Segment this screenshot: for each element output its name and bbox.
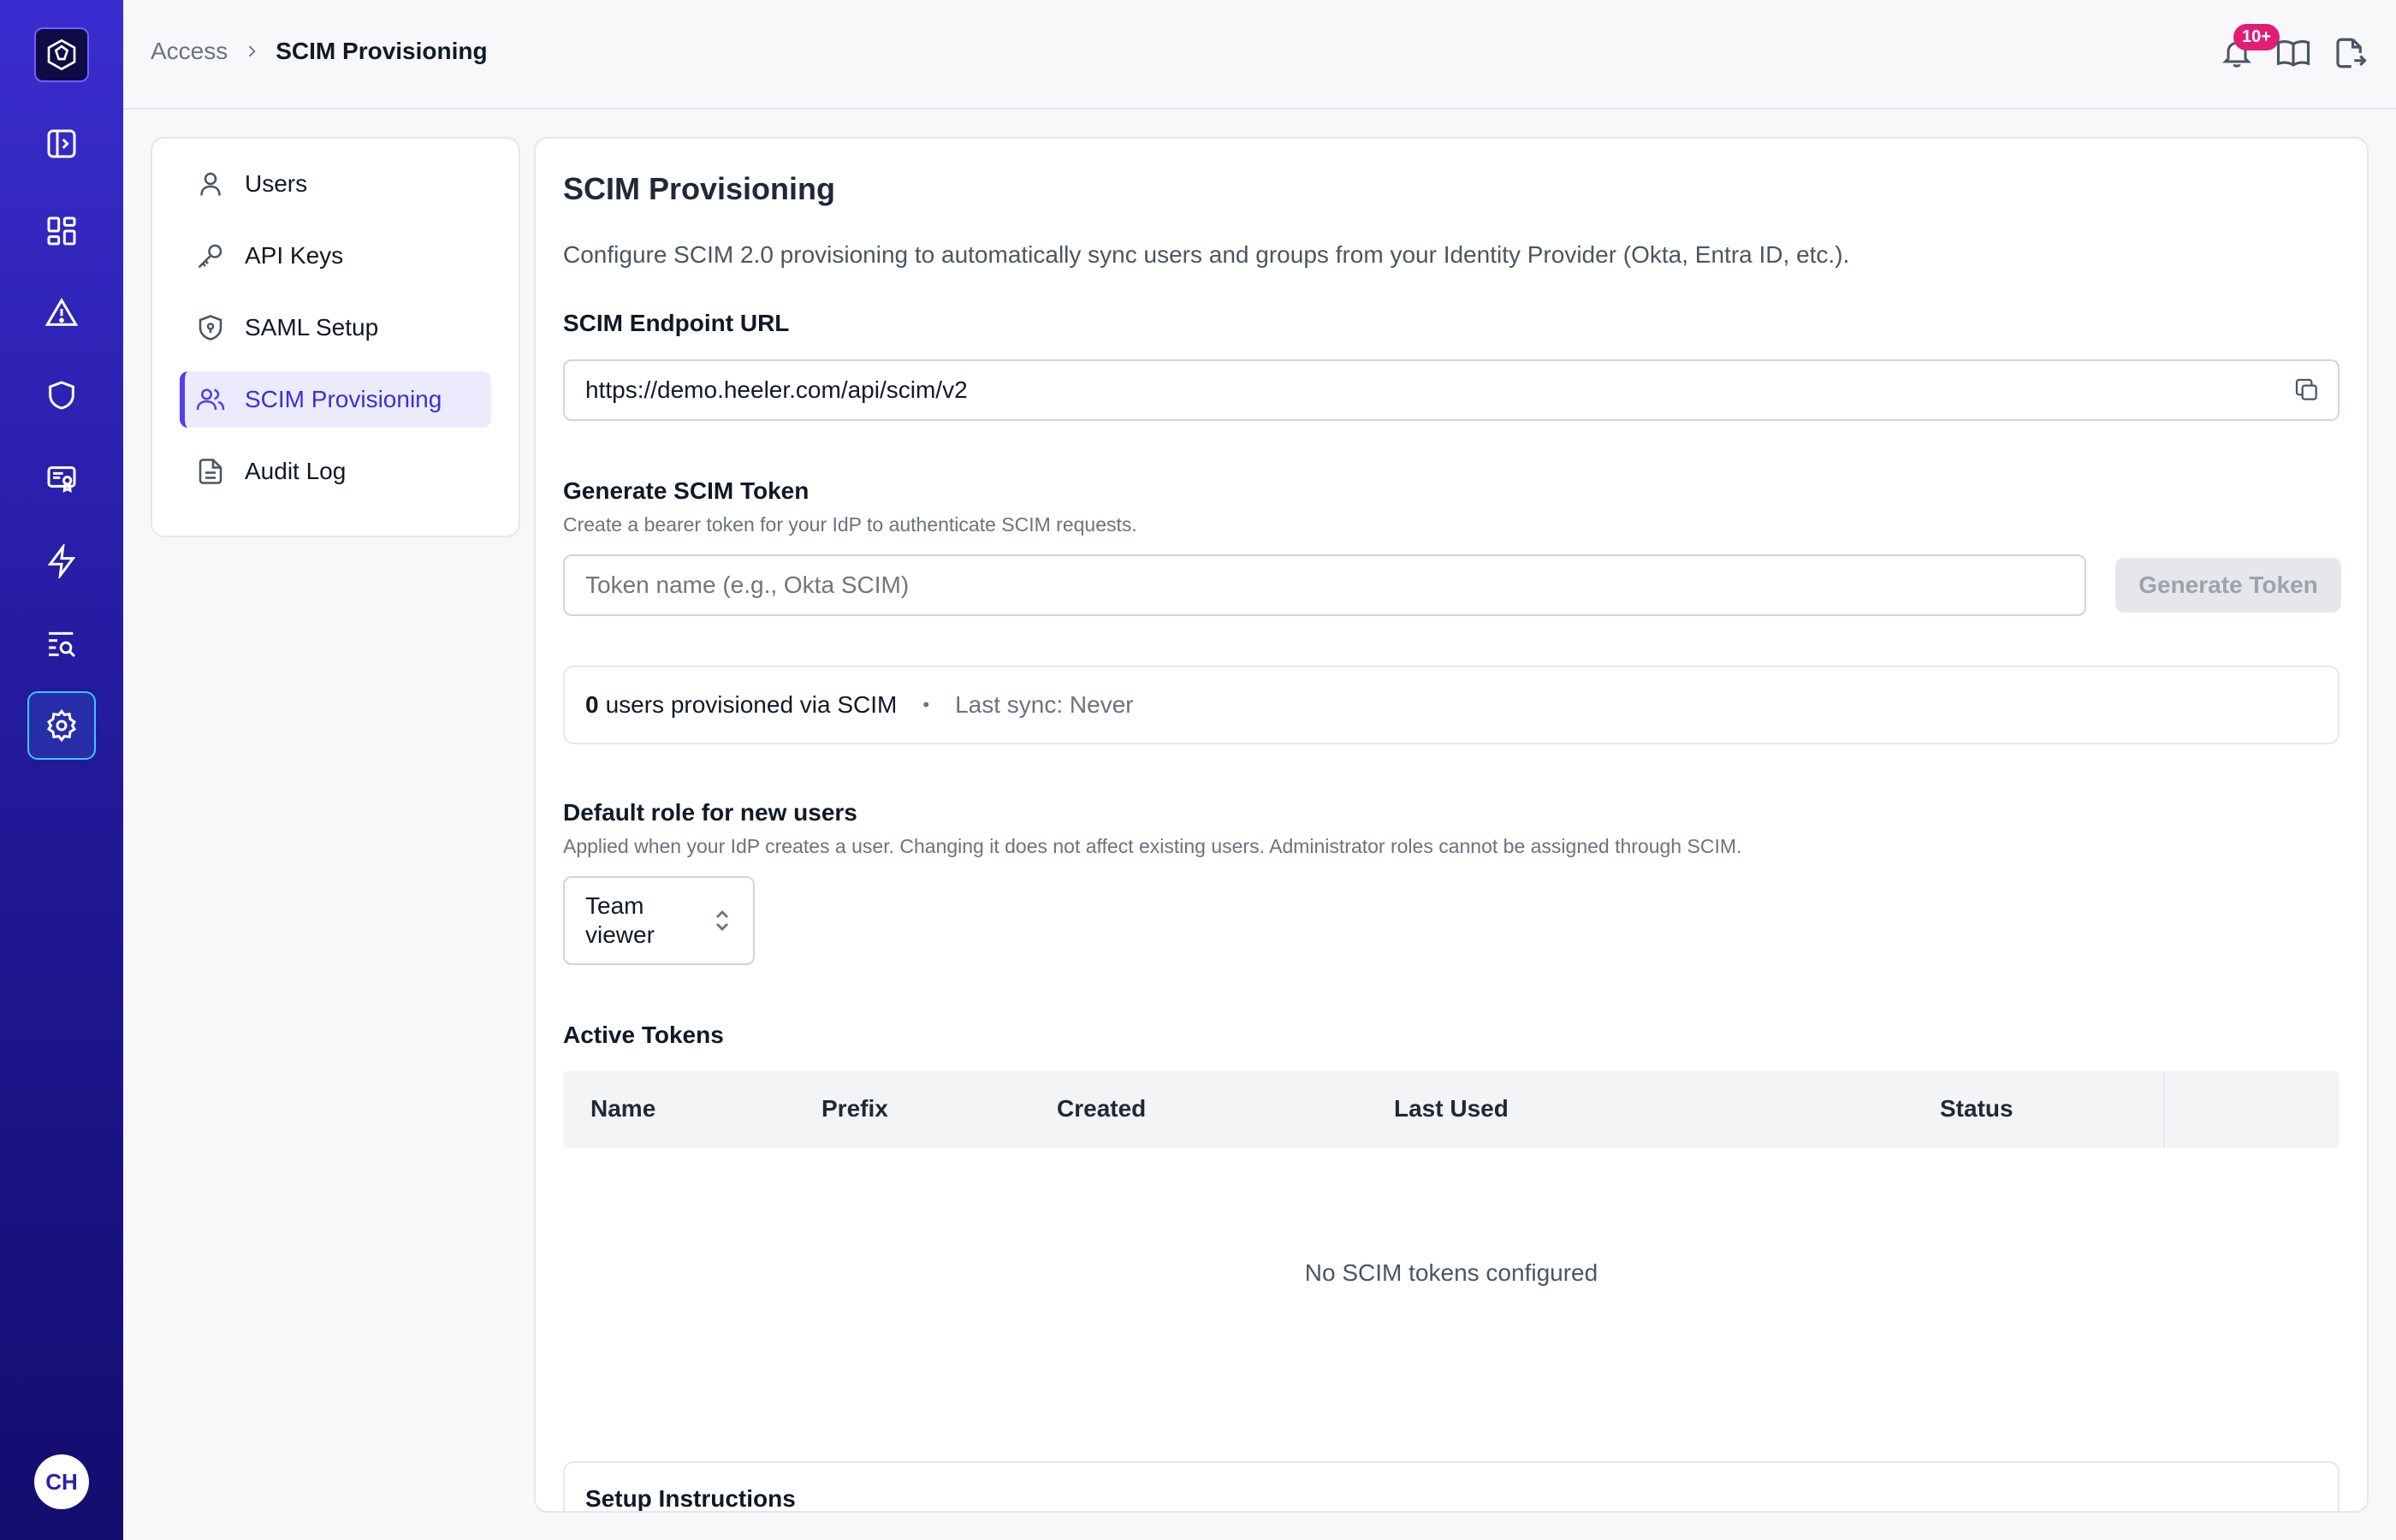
generate-token-button[interactable]: Generate Token [2115,558,2341,613]
lightning-icon[interactable] [34,534,89,589]
breadcrumb: Access SCIM Provisioning [151,38,488,65]
shield-check-icon [192,309,229,346]
subnav-item-label: SAML Setup [245,314,379,341]
page-description: Configure SCIM 2.0 provisioning to autom… [563,241,1850,268]
setup-instructions-panel: Setup Instructions [563,1461,2340,1512]
logo-icon [47,38,76,71]
endpoint-label: SCIM Endpoint URL [563,310,790,336]
user-avatar[interactable]: CH [34,1454,89,1509]
default-role-select[interactable]: Team viewer [563,876,755,965]
top-header: Access SCIM Provisioning 10+ [123,0,2396,110]
subnav-item-audit-log[interactable]: Audit Log [180,443,491,500]
file-export-icon [2336,38,2367,68]
certificate-icon[interactable] [34,452,89,506]
page-title: SCIM Provisioning [563,171,836,206]
copy-icon[interactable] [2293,376,2321,410]
generate-token-label: Generate SCIM Token [563,477,810,504]
search-list-icon[interactable] [34,616,89,671]
logout-button[interactable] [2331,31,2369,75]
endpoint-url-field[interactable]: https://demo.heeler.com/api/scim/v2 [563,359,2340,421]
tokens-empty-state: No SCIM tokens configured [1304,1259,1598,1286]
scim-card: SCIM Provisioning Configure SCIM 2.0 pro… [534,137,2369,1513]
setup-instructions-label: Setup Instructions [585,1485,796,1512]
subnav-item-label: Users [245,170,308,197]
separator-dot: • [922,694,930,715]
notifications-button[interactable]: 10+ [2218,24,2280,75]
header-actions: 10+ [2218,24,2369,75]
book-open-icon [2276,40,2310,67]
app-rail: CH [0,0,123,1540]
users-icon [192,381,229,418]
subnav-item-label: Audit Log [245,458,347,484]
column-header-name[interactable]: Name [590,1095,655,1122]
settings-subnav: Users API Keys SAML Setup SCIM Provision… [151,137,520,537]
alert-icon[interactable] [34,286,89,341]
dashboard-icon[interactable] [34,204,89,258]
default-role-value-line1: Team [585,892,644,919]
app-logo[interactable] [34,27,89,82]
subnav-item-saml-setup[interactable]: SAML Setup [180,299,491,356]
subnav-item-label: SCIM Provisioning [245,386,442,412]
column-header-status[interactable]: Status [1940,1095,2013,1122]
user-icon [192,165,229,203]
token-name-input[interactable] [563,554,2086,616]
sidebar-toggle-icon[interactable] [34,116,89,171]
document-icon [192,453,229,490]
default-role-label: Default role for new users [563,799,857,826]
subnav-item-api-keys[interactable]: API Keys [180,228,491,284]
default-role-help: Applied when your IdP creates a user. Ch… [563,835,1742,857]
provisioning-stats: 0 users provisioned via SCIM • Last sync… [563,666,2340,744]
breadcrumb-current: SCIM Provisioning [276,38,488,64]
endpoint-url-value: https://demo.heeler.com/api/scim/v2 [585,376,968,403]
breadcrumb-parent[interactable]: Access [151,38,228,65]
column-header-last-used[interactable]: Last Used [1394,1095,1509,1122]
active-tokens-label: Active Tokens [563,1022,724,1048]
chevron-up-down-icon [712,907,732,941]
subnav-item-users[interactable]: Users [180,156,491,212]
column-header-prefix[interactable]: Prefix [821,1095,888,1122]
column-divider [2163,1071,2165,1148]
key-icon [192,237,229,275]
notification-badge: 10+ [2233,24,2280,50]
docs-button[interactable] [2274,31,2312,75]
shield-icon[interactable] [34,368,89,423]
chevron-right-icon [243,43,260,60]
provisioned-text: users provisioned via SCIM [605,691,898,718]
subnav-item-label: API Keys [245,242,344,269]
subnav-item-scim-provisioning[interactable]: SCIM Provisioning [180,371,491,428]
default-role-value-line2: viewer [585,921,655,948]
last-sync: Last sync: Never [955,691,1134,718]
provisioned-count: 0 [585,691,599,718]
settings-gear-icon[interactable] [27,691,96,760]
column-header-created[interactable]: Created [1057,1095,1146,1122]
generate-token-help: Create a bearer token for your IdP to au… [563,513,1137,536]
tokens-table-header: Name Prefix Created Last Used Status [563,1071,2340,1148]
